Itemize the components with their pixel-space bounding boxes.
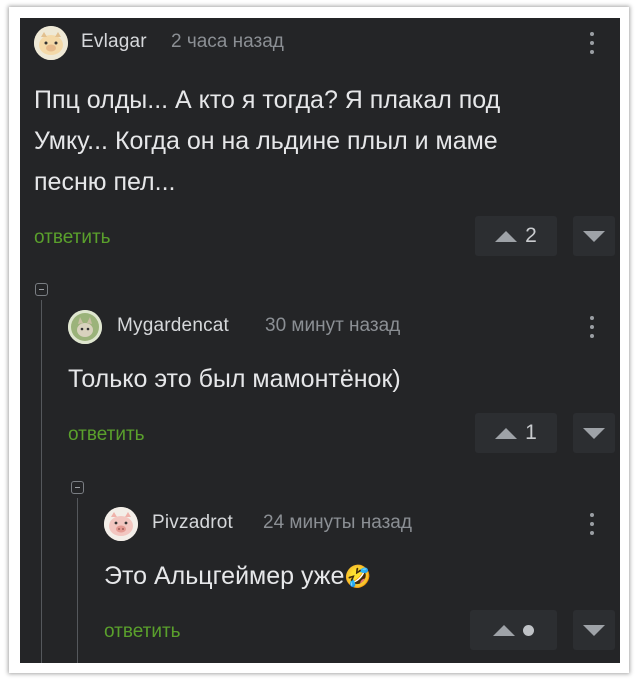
reply-link[interactable]: ответить xyxy=(68,424,145,446)
thread-line-level1 xyxy=(41,300,42,663)
comment-timestamp: 30 минут назад xyxy=(265,315,401,336)
rofl-emoji-icon: 🤣 xyxy=(344,564,372,589)
rating-dot-icon xyxy=(523,624,534,636)
rating-value: 1 xyxy=(525,421,537,444)
comment-timestamp: 24 минуты назад xyxy=(263,512,412,533)
comment-text: Ппц олды... А кто я тогда? Я плакал под … xyxy=(34,80,500,203)
comment-text-line: Умку... Когда он на льдине плыл и маме xyxy=(34,127,498,155)
comment-text: Это Альцгеймер уже🤣 xyxy=(104,556,372,597)
arrow-down-icon xyxy=(583,624,605,636)
comment-timestamp: 2 часа назад xyxy=(171,31,284,52)
arrow-down-icon xyxy=(583,230,605,242)
comments-panel: Evlagar 2 часа назад Ппц олды... А кто я… xyxy=(20,18,620,663)
arrow-up-icon xyxy=(495,427,518,439)
upvote-button[interactable]: 1 xyxy=(475,413,557,453)
upvote-button[interactable]: 2 xyxy=(475,216,557,256)
more-options-icon[interactable] xyxy=(582,507,602,541)
comment-username[interactable]: Evlagar xyxy=(81,31,147,53)
arrow-up-icon xyxy=(493,624,515,636)
collapse-thread-button[interactable] xyxy=(71,481,84,494)
thread-line-level2 xyxy=(77,498,78,663)
rating-value: 2 xyxy=(525,224,537,247)
arrow-up-icon xyxy=(495,230,518,242)
comment-username[interactable]: Mygardencat xyxy=(117,315,229,337)
reply-link[interactable]: ответить xyxy=(34,227,111,249)
pig-avatar-icon[interactable] xyxy=(104,507,138,541)
arrow-down-icon xyxy=(583,427,605,439)
comment-username[interactable]: Pivzadrot xyxy=(152,512,233,534)
collapse-thread-button[interactable] xyxy=(35,283,48,296)
comment-text-line: песню пел... xyxy=(34,168,176,196)
comment-text-line: Ппц олды... А кто я тогда? Я плакал под xyxy=(34,86,501,114)
reply-link[interactable]: ответить xyxy=(104,621,181,643)
downvote-button[interactable] xyxy=(573,216,615,256)
comment-text-line: Только это был мамонтёнок) xyxy=(68,365,401,393)
comment-text: Только это был мамонтёнок) xyxy=(68,359,401,400)
downvote-button[interactable] xyxy=(573,610,615,650)
more-options-icon[interactable] xyxy=(582,310,602,344)
downvote-button[interactable] xyxy=(573,413,615,453)
comment-text-line: Это Альцгеймер уже xyxy=(104,562,345,590)
cat-avatar-icon[interactable] xyxy=(68,310,102,344)
piggy-avatar-icon[interactable] xyxy=(34,26,68,60)
more-options-icon[interactable] xyxy=(582,26,602,60)
upvote-button[interactable] xyxy=(470,610,557,650)
